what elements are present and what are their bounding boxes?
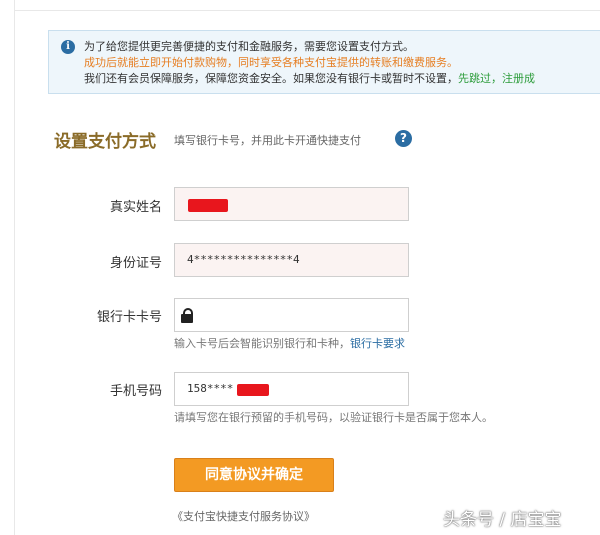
skip-register-link[interactable]: 先跳过，注册成 <box>458 72 535 85</box>
redaction-mark <box>237 384 269 396</box>
bank-card-label: 银行卡卡号 <box>96 310 162 325</box>
service-agreement-link[interactable]: 《支付宝快捷支付服务协议》 <box>172 508 315 524</box>
id-number-label: 身份证号 <box>109 256 162 271</box>
phone-value: 158**** <box>187 382 234 395</box>
bank-card-hint: 输入卡号后会智能识别银行和卡种，银行卡要求 <box>174 335 405 351</box>
phone-input[interactable]: 158**** <box>174 372 409 406</box>
section-title: 设置支付方式 <box>54 132 156 152</box>
notice-line-1: 为了给您提供更完善便捷的支付和金融服务，需要您设置支付方式。 <box>84 40 414 53</box>
bank-card-hint-text: 输入卡号后会智能识别银行和卡种， <box>174 337 350 350</box>
id-number-field[interactable]: 4***************4 <box>174 243 409 277</box>
notice-line-3-text: 我们还有会员保障服务，保障您资金安全。如果您没有银行卡或暂时不设置， <box>84 72 458 85</box>
info-icon: i <box>61 40 75 54</box>
agree-confirm-button[interactable]: 同意协议并确定 <box>174 458 334 492</box>
info-notice: i 为了给您提供更完善便捷的支付和金融服务，需要您设置支付方式。 成功后就能立即… <box>48 30 600 94</box>
frame-left-border <box>14 0 15 535</box>
notice-line-3: 我们还有会员保障服务，保障您资金安全。如果您没有银行卡或暂时不设置，先跳过，注册… <box>84 72 535 86</box>
section-subtitle: 填写银行卡号，并用此卡开通快捷支付 <box>174 134 361 147</box>
redaction-mark <box>188 199 228 212</box>
notice-line-2: 成功后就能立即开始付款购物，同时享受各种支付宝提供的转账和缴费服务。 <box>84 56 458 69</box>
phone-label: 手机号码 <box>109 384 162 399</box>
real-name-label: 真实姓名 <box>109 200 162 215</box>
phone-hint: 请填写您在银行预留的手机号码，以验证银行卡是否属于您本人。 <box>174 411 493 424</box>
bank-card-requirements-link[interactable]: 银行卡要求 <box>350 337 405 350</box>
bank-card-input[interactable] <box>174 298 409 332</box>
lock-icon <box>181 308 193 323</box>
frame-top-border <box>14 10 600 11</box>
help-icon[interactable]: ? <box>395 130 412 147</box>
watermark: 头条号 / 店宝宝 <box>443 510 562 530</box>
real-name-field[interactable] <box>174 187 409 221</box>
